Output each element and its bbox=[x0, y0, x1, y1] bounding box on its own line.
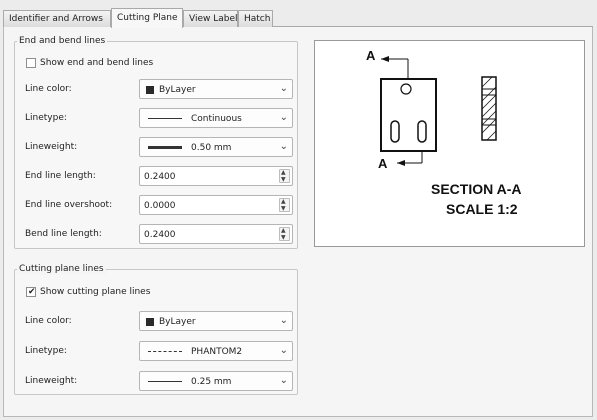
section-label-bottom: A bbox=[378, 156, 388, 171]
section-scale: SCALE 1:2 bbox=[446, 201, 518, 217]
bend-line-length-label: Bend line length: bbox=[25, 229, 102, 239]
section-preview: A A SECTION A-A SCALE 1:2 bbox=[314, 40, 585, 247]
tab-cutting-plane[interactable]: Cutting Plane bbox=[111, 8, 183, 28]
cutting-plane-panel: End and bend lines Show end and bend lin… bbox=[3, 27, 593, 417]
part-hole bbox=[400, 83, 412, 95]
cutting-line-color-value: ByLayer bbox=[159, 317, 196, 327]
show-end-bend-lines-label: Show end and bend lines bbox=[40, 58, 154, 68]
end-bend-lines-title: End and bend lines bbox=[17, 35, 108, 47]
solid-line-icon bbox=[148, 118, 182, 119]
end-line-overshoot-input[interactable]: 0.0000 ▲ ▼ bbox=[139, 195, 293, 215]
chevron-down-icon: ⌄ bbox=[279, 83, 288, 94]
chevron-down-icon: ⌄ bbox=[279, 141, 288, 152]
cutting-plane-lines-group: Cutting plane lines ✔ Show cutting plane… bbox=[14, 263, 298, 395]
cutting-linetype-select[interactable]: PHANTOM2 ⌄ bbox=[139, 341, 293, 361]
cutting-lineweight-select[interactable]: 0.25 mm ⌄ bbox=[139, 371, 293, 391]
tab-hatch[interactable]: Hatch bbox=[238, 10, 273, 27]
tab-identifier-and-arrows[interactable]: Identifier and Arrows bbox=[3, 10, 111, 27]
part-outline bbox=[380, 78, 437, 152]
cutting-line-color-select[interactable]: ByLayer ⌄ bbox=[139, 311, 293, 331]
chevron-down-icon: ⌄ bbox=[279, 112, 288, 123]
show-end-bend-lines-checkbox[interactable] bbox=[26, 58, 36, 68]
checkmark-icon: ✔ bbox=[28, 287, 36, 297]
down-arrow-icon[interactable]: ▼ bbox=[281, 206, 286, 212]
end-bend-lineweight-value: 0.50 mm bbox=[191, 143, 232, 153]
chevron-down-icon: ⌄ bbox=[279, 375, 288, 386]
end-bend-linetype-label: Linetype: bbox=[25, 113, 67, 123]
cutting-lineweight-label: Lineweight: bbox=[25, 376, 78, 386]
section-label-top: A bbox=[366, 48, 376, 63]
top-arrowhead bbox=[381, 56, 389, 62]
down-arrow-icon[interactable]: ▼ bbox=[281, 177, 286, 183]
end-bend-line-color-label: Line color: bbox=[25, 84, 72, 94]
end-bend-lineweight-label: Lineweight: bbox=[25, 142, 78, 152]
color-swatch-icon bbox=[146, 86, 154, 94]
cutting-linetype-value: PHANTOM2 bbox=[191, 347, 243, 357]
right-slot bbox=[417, 120, 427, 143]
end-line-length-value: 0.2400 bbox=[144, 172, 176, 182]
end-line-overshoot-label: End line overshoot: bbox=[25, 200, 113, 210]
end-bend-lines-group: End and bend lines Show end and bend lin… bbox=[14, 35, 298, 249]
thick-line-icon bbox=[148, 146, 182, 149]
end-bend-line-color-value: ByLayer bbox=[159, 85, 196, 95]
bottom-arrowhead bbox=[397, 160, 405, 166]
end-bend-linetype-value: Continuous bbox=[191, 114, 242, 124]
cutting-linetype-label: Linetype: bbox=[25, 346, 67, 356]
down-arrow-icon[interactable]: ▼ bbox=[281, 235, 286, 241]
end-line-overshoot-value: 0.0000 bbox=[144, 201, 176, 211]
chevron-down-icon: ⌄ bbox=[279, 345, 288, 356]
end-line-length-spinner[interactable]: ▲ ▼ bbox=[279, 169, 290, 183]
end-bend-lineweight-select[interactable]: 0.50 mm ⌄ bbox=[139, 137, 293, 157]
tab-view-label[interactable]: View Label bbox=[183, 10, 238, 27]
left-slot bbox=[390, 120, 400, 143]
end-line-length-input[interactable]: 0.2400 ▲ ▼ bbox=[139, 166, 293, 186]
show-cutting-plane-lines-label: Show cutting plane lines bbox=[40, 287, 151, 297]
cutting-line-color-label: Line color: bbox=[25, 316, 72, 326]
show-cutting-plane-lines-checkbox[interactable]: ✔ bbox=[26, 287, 36, 297]
bend-line-length-spinner[interactable]: ▲ ▼ bbox=[279, 227, 290, 241]
cutting-lineweight-value: 0.25 mm bbox=[191, 377, 232, 387]
chevron-down-icon: ⌄ bbox=[279, 315, 288, 326]
end-line-overshoot-spinner[interactable]: ▲ ▼ bbox=[279, 198, 290, 212]
section-title: SECTION A-A bbox=[431, 181, 522, 197]
tab-bar: Identifier and Arrows Cutting Plane View… bbox=[3, 8, 593, 28]
hatch-line bbox=[481, 76, 493, 88]
end-bend-line-color-select[interactable]: ByLayer ⌄ bbox=[139, 79, 293, 99]
bend-line-length-value: 0.2400 bbox=[144, 230, 176, 240]
color-swatch-icon bbox=[146, 318, 154, 326]
end-bend-linetype-select[interactable]: Continuous ⌄ bbox=[139, 108, 293, 128]
end-line-length-label: End line length: bbox=[25, 171, 96, 181]
phantom-line-icon bbox=[148, 351, 182, 352]
bend-line-length-input[interactable]: 0.2400 ▲ ▼ bbox=[139, 224, 293, 244]
thin-line-icon bbox=[148, 381, 182, 382]
cutting-plane-lines-title: Cutting plane lines bbox=[17, 263, 106, 275]
